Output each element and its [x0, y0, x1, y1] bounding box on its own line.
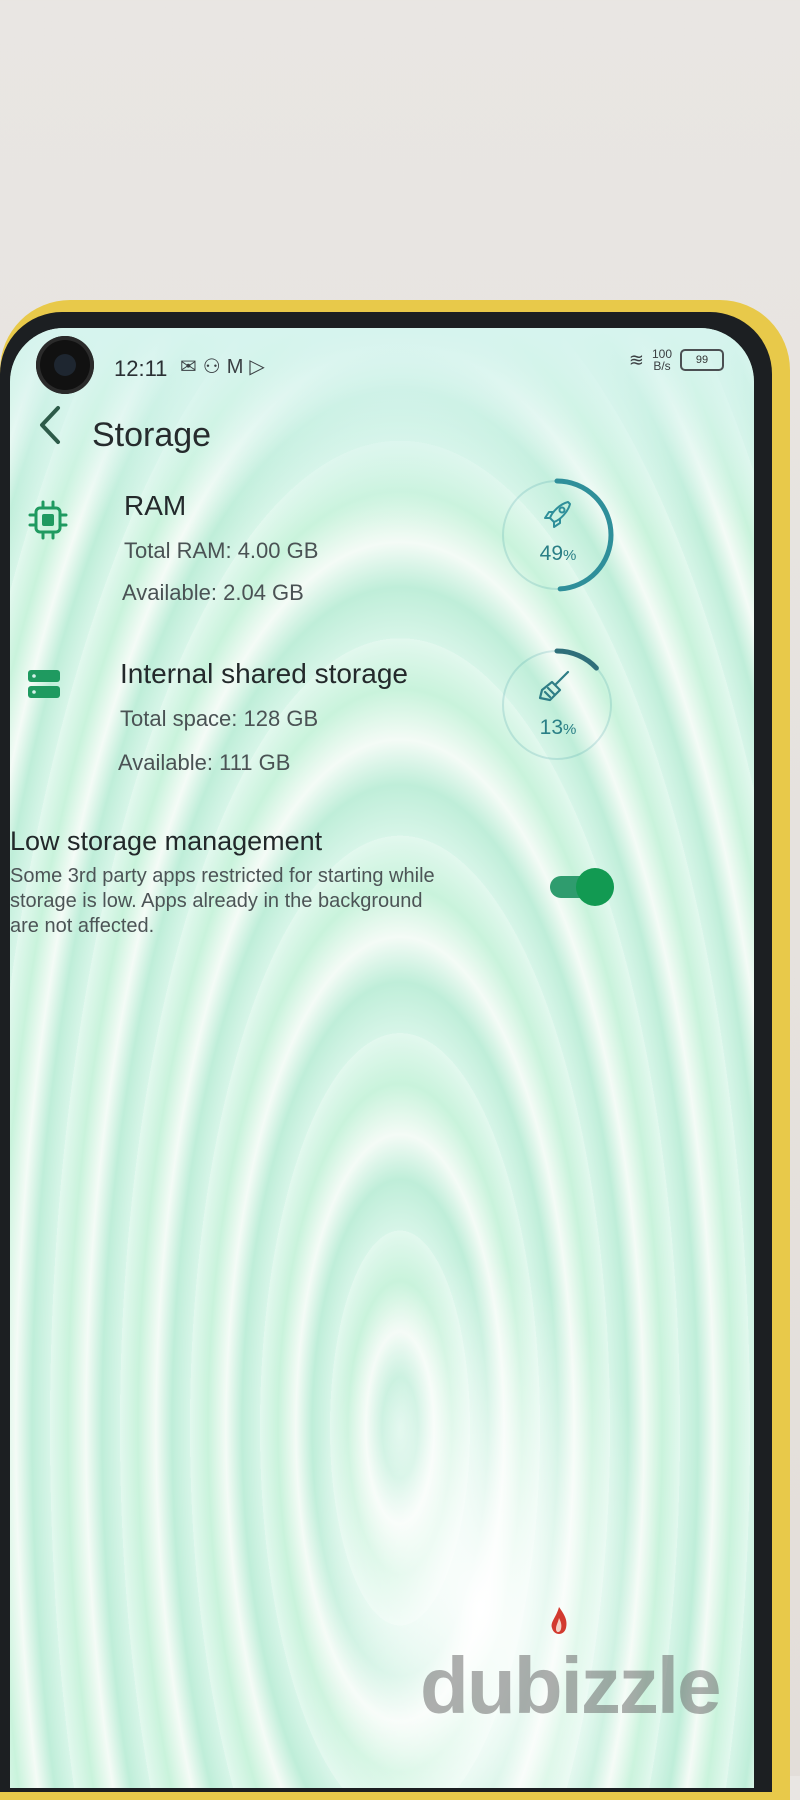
- ram-usage-ring[interactable]: 49%: [498, 476, 616, 594]
- ram-item[interactable]: RAM Total RAM: 4.00 GB Available: 2.04 G…: [10, 476, 754, 626]
- page-title: Storage: [92, 416, 212, 454]
- storage-icon: [28, 670, 60, 698]
- toolbar: Storage: [10, 388, 754, 468]
- low-storage-title: Low storage management: [10, 826, 323, 856]
- storage-usage-ring[interactable]: 13%: [498, 646, 616, 764]
- ram-available: Available: 2.04 GB: [122, 580, 304, 605]
- storage-total: Total space: 128 GB: [120, 706, 319, 731]
- front-camera: [36, 336, 94, 394]
- network-speed: 100 B/s: [651, 347, 672, 373]
- ram-percent: 49%: [540, 542, 577, 565]
- low-storage-description: Some 3rd party apps restricted for start…: [10, 865, 435, 937]
- battery-icon: 99: [680, 349, 724, 371]
- low-storage-management-item[interactable]: Low storage management Some 3rd party ap…: [10, 826, 754, 946]
- back-arrow-icon: [40, 406, 60, 444]
- gmail-icon: M: [226, 356, 250, 378]
- status-time: 12:11: [114, 356, 168, 381]
- storage-percent: 13%: [540, 716, 577, 739]
- back-button[interactable]: [32, 400, 72, 450]
- low-storage-toggle[interactable]: [550, 868, 614, 906]
- chip-icon: [28, 500, 68, 540]
- rocket-icon: [544, 501, 571, 528]
- watermark: dubizzle: [420, 1641, 722, 1730]
- mail-icon: ✉: [180, 356, 203, 378]
- person-icon: ⚇: [202, 356, 227, 378]
- watermark-flame-icon: [551, 1607, 567, 1634]
- phone-screen: 12:11 ✉⚇M▷ ≋ 100 B/s 99 Storage RAM Tota…: [10, 328, 754, 1788]
- play-icon: ▷: [249, 356, 271, 378]
- storage-available: Available: 111 GB: [118, 750, 291, 775]
- storage-title: Internal shared storage: [120, 658, 408, 689]
- ram-title: RAM: [124, 490, 187, 521]
- wifi-icon: ≋: [628, 349, 644, 370]
- status-right: ≋ 100 B/s 99: [629, 348, 724, 372]
- internal-storage-item[interactable]: Internal shared storage Total space: 128…: [10, 646, 754, 796]
- broom-icon: [538, 670, 570, 702]
- ram-total: Total RAM: 4.00 GB: [124, 538, 319, 563]
- status-notification-icons: ✉⚇M▷: [180, 354, 271, 379]
